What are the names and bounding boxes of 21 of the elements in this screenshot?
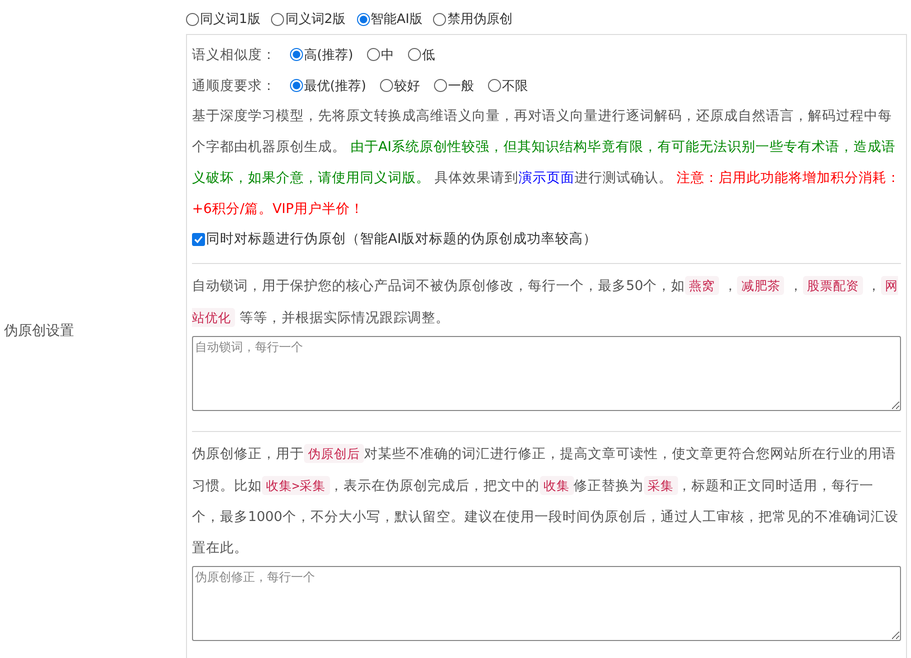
radio-option[interactable]: 一般 <box>434 76 474 94</box>
correction-description: 伪原创修正，用于 伪原创后 对某些不准确的词汇进行修正，提高文章可读性，使文章更符合您网站所在行业的用语习惯。比如 收集>采集 ，表示在伪原创完成后，把文中的 收集 修正替换为 采集 ，标题和正文同时适用，每行一个，最多1000个，不分大小写，默认留空。建议在使用一段时间伪原创后，通过人工审核，把常见的不准确词汇设置在此。 <box>192 443 900 558</box>
lock-words-description: 自动锁词，用于保护您的核心产品词不被伪原创修改，每行一个，最多50个，如 燕窝 ， 减肥茶 ， 股票配资 ， 网站优化 等等，并根据实际情况跟踪调整。 <box>192 275 900 329</box>
radio-option[interactable]: 较好 <box>380 76 420 94</box>
lock-words-field[interactable]: 自动锁词，每行一个 <box>192 336 901 411</box>
correction-field[interactable]: 伪原创修正，每行一个 <box>192 566 901 641</box>
option-label: 语义相似度： <box>192 46 276 64</box>
ai-description: 基于深度学习模型，先将原文转换成高维语义向量，再对语义向量进行逐词解码，还原成自然语言，解码过程中每个字都由机器原创生成。 由于AI系统原创性较强，但其知识结构毕竟有限，有可能无法识别一些专有术语，造成语义破坏，如果介意，请使用同义词版。 具体效果请到演示页面进行测试确认。 注意：启用此功能将增加积分消耗：+6积分/篇。VIP用户半价！ <box>192 107 901 219</box>
mode-radio[interactable]: 同义词1版 <box>186 10 260 28</box>
radio-option[interactable]: 低 <box>408 46 436 64</box>
mode-radio[interactable]: 同义词2版 <box>271 10 346 28</box>
demo-page-link[interactable]: 演示页面 <box>518 170 574 186</box>
option-label: 通顺度要求： <box>192 76 276 94</box>
radio-option[interactable]: 最优(推荐) <box>290 76 366 94</box>
title-checkbox[interactable]: 同时对标题进行伪原创（智能AI版对标题的伪原创成功率较高） <box>192 225 901 253</box>
radio-option[interactable]: 高(推荐) <box>290 46 354 64</box>
radio-option[interactable]: 中 <box>367 46 394 64</box>
mode-radio[interactable]: 禁用伪原创 <box>433 10 512 28</box>
mode-radio[interactable]: 智能AI版 <box>356 10 422 28</box>
radio-option[interactable]: 不限 <box>488 76 528 94</box>
section-label: 伪原创设置 <box>4 322 74 340</box>
